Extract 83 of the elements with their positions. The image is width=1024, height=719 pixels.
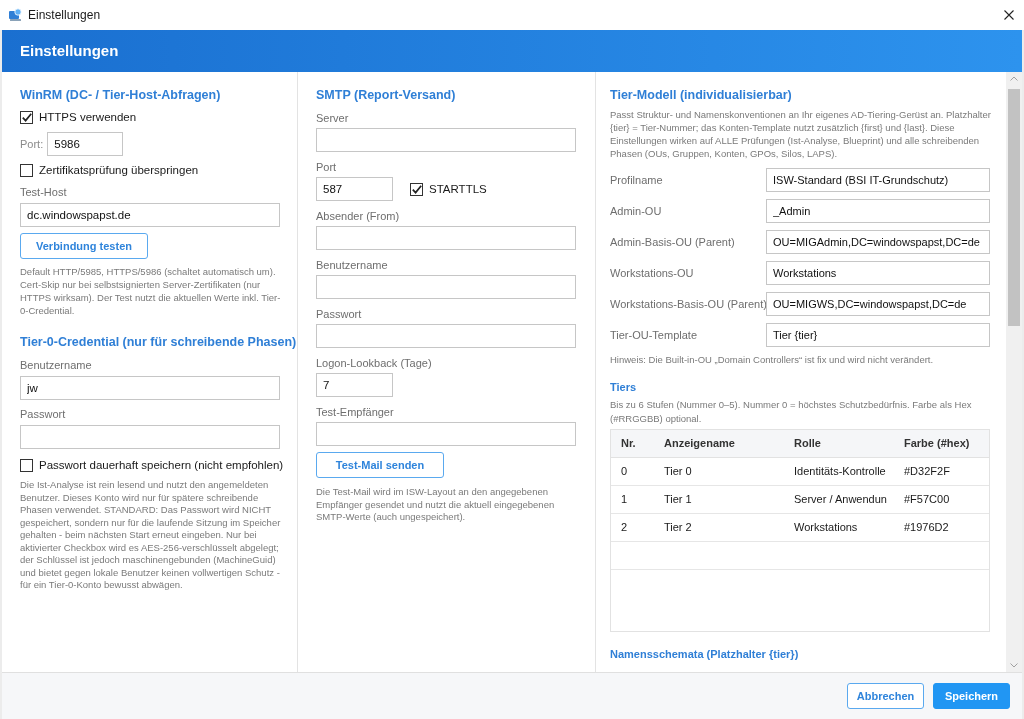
input-field[interactable]: 5986 (47, 132, 124, 156)
column-header[interactable]: Farbe (#hex) (894, 435, 989, 452)
input-field[interactable] (316, 422, 576, 446)
field-label: Port (316, 160, 337, 174)
help-text: Die Ist-Analyse ist rein lesend und nutzt den angemeldeten Benutzer. Dieses Konto wird nur für spätere schreibende Phasen verwendet. STANDARD: Das Passwort wird NICHT gespeichert, sondern nur für die laufende Sitzung im Speicher gehalten - beim nächsten Start erneut eingeben. Nur bei aktivierter Checkbox wird es AES-256-verschlüsselt abgelegt; der Schlüssel ist jedoch maschinengebunden (MachineGuid) und bietet gegen lokale Benutzer keinen vollwertigen Schutz - für ein Tier-0-Konto bewusst abwägen. (20, 479, 282, 592)
field-label: Passwort (20, 407, 66, 421)
input-field[interactable]: jw (20, 376, 280, 400)
column-header[interactable]: Nr. (611, 435, 654, 452)
chevron-up-icon[interactable] (1010, 76, 1018, 81)
table-cell-text: Tier 0 (663, 464, 693, 480)
table-cell-text: 2 (620, 520, 629, 536)
table-cell-text: #D32F2F (903, 464, 951, 480)
field-label: Absender (From) (316, 209, 400, 223)
column-header[interactable]: Rolle (784, 435, 894, 452)
checkbox-label: Zertifikatsprüfung überspringen (39, 163, 199, 178)
field-label: Benutzername (316, 258, 388, 272)
field-label: Admin-Basis-OU (Parent) (610, 235, 736, 249)
app-icon (8, 8, 22, 22)
checkbox-label: HTTPS verwenden (39, 110, 137, 125)
input-field[interactable] (316, 275, 576, 299)
field-label: Server (316, 111, 349, 125)
table-cell-text: #1976D2 (903, 520, 950, 536)
scrollbar[interactable] (1006, 72, 1022, 672)
subsection-heading: Tiers (610, 380, 637, 394)
checkbox[interactable] (20, 110, 33, 124)
field-label: Workstations-OU (610, 266, 695, 280)
checkbox[interactable] (20, 163, 33, 177)
field-label: Passwort (316, 307, 362, 321)
input-field[interactable]: ISW-Standard (BSI IT-Grundschutz) (766, 168, 990, 192)
checkmark-icon (411, 184, 422, 194)
column-header[interactable]: Anzeigename (654, 435, 784, 452)
input-field[interactable]: OU=MIGAdmin,DC=windowspapst,DC=de (766, 230, 990, 254)
scrollbar-thumb[interactable] (1008, 89, 1020, 326)
close-icon[interactable] (1004, 10, 1014, 20)
table-cell-text: Server / Anwendun (793, 492, 888, 508)
field-label: Benutzername (20, 358, 92, 372)
section-heading: SMTP (Report-Versand) (316, 87, 456, 103)
checkbox[interactable] (410, 182, 423, 196)
checkbox-label: Passwort dauerhaft speichern (nicht empfohlen) (39, 458, 284, 473)
send-test-mail-button[interactable]: Test-Mail senden (316, 452, 444, 478)
section-heading: WinRM (DC- / Tier-Host-Abfragen) (20, 87, 221, 103)
input-field[interactable]: OU=MIGWS,DC=windowspapst,DC=de (766, 292, 990, 316)
field-label: Admin-OU (610, 204, 663, 218)
help-text: Default HTTP/5985, HTTPS/5986 (schaltet automatisch um). Cert-Skip nur bei selbstsignierten Server-Zertifikaten (nur HTTPS wirksam). Der Test nutzt die aktuellen Werte inkl. Tier-0-Credential. (20, 265, 282, 317)
table-cell-text: Tier 1 (663, 492, 693, 508)
input-field[interactable] (316, 226, 576, 250)
help-text: Passt Struktur- und Namenskonventionen an Ihr eigenes AD-Tiering-Gerüst an. Platzhalter {tier} = Tier-Nummer; das Konten-Template nutzt zusätzlich {first} und {last}. Diese Einstellungen wirken auf ALLE Prüfungen (Ist-Analyse, Blueprint) und alle schreibenden Phasen (OUs, Gruppen, Konten, GPOs, Silos, LAPS). (610, 108, 992, 160)
input-field[interactable]: Workstations (766, 261, 990, 285)
field-label: Port: (20, 137, 44, 151)
input-field[interactable] (20, 425, 280, 449)
checkmark-icon (21, 112, 32, 122)
chevron-down-icon[interactable] (1010, 663, 1018, 668)
input-field[interactable]: Tier {tier} (766, 323, 990, 347)
field-label: Logon-Lookback (Tage) (316, 356, 432, 370)
window-title: Einstellungen (28, 7, 101, 24)
field-label: Test-Host (20, 185, 67, 199)
test-connection-button[interactable]: Verbindung testen (20, 233, 148, 259)
input-field[interactable]: dc.windowspapst.de (20, 203, 280, 227)
input-field[interactable]: 587 (316, 177, 393, 201)
help-text: Bis zu 6 Stufen (Nummer 0–5). Nummer 0 = höchstes Schutzbedürfnis. Farbe als Hex (#RRGGBB) optional. (610, 398, 973, 425)
table-cell-text: 0 (620, 464, 629, 480)
input-field[interactable] (316, 128, 576, 152)
field-label: Test-Empfänger (316, 405, 394, 419)
input-field[interactable]: 7 (316, 373, 393, 397)
cancel-button[interactable]: Abbrechen (847, 683, 924, 709)
field-label: Profilname (610, 173, 664, 187)
dialog-title: Einstellungen (20, 40, 119, 61)
table-cell-text: 1 (620, 492, 629, 508)
subsection-heading: Namensschemata (Platzhalter {tier}) (610, 647, 799, 661)
input-field[interactable] (316, 324, 576, 348)
help-text: Hinweis: Die Built-in-OU „Domain Controllers“ ist fix und wird nicht verändert. (610, 353, 934, 366)
checkbox-label: STARTTLS (429, 182, 487, 197)
field-label: Tier-OU-Template (610, 328, 698, 342)
section-heading: Tier-Modell (individualisierbar) (610, 87, 792, 103)
help-text: Die Test-Mail wird im ISW-Layout an den angegebenen Empfänger gesendet und nutzt die aktuell eingegebenen SMTP-Werte (auch ungespeichert). (316, 486, 556, 524)
checkbox[interactable] (20, 458, 33, 472)
table-cell-text: Workstations (793, 520, 859, 536)
section-heading: Tier-0-Credential (nur für schreibende Phasen) (20, 334, 297, 350)
table-cell-text: #F57C00 (903, 492, 951, 508)
field-label: Workstations-Basis-OU (Parent) (610, 297, 766, 311)
input-field[interactable]: _Admin (766, 199, 990, 223)
table-cell-text: Tier 2 (663, 520, 693, 536)
table-cell-text: Identitäts-Kontrolle (793, 464, 887, 480)
